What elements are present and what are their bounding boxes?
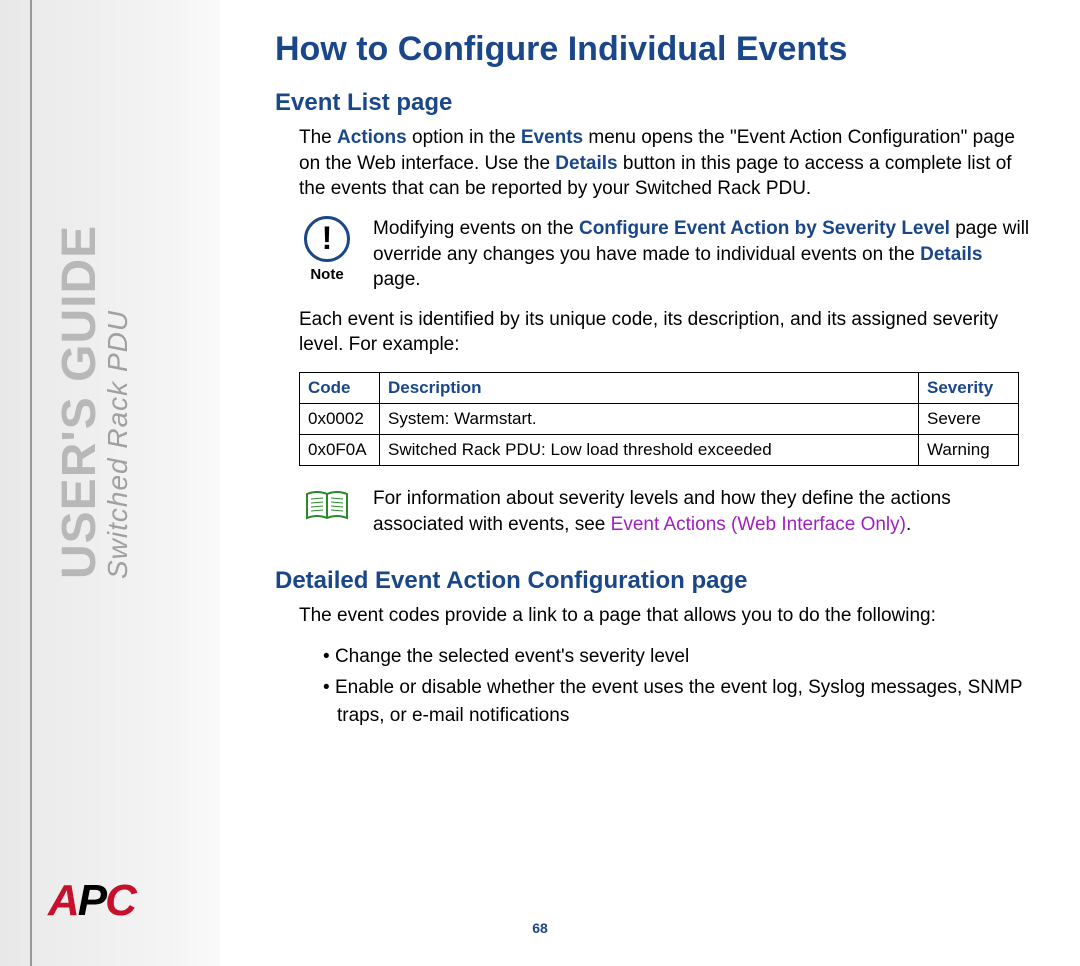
table-row: 0x0F0A Switched Rack PDU: Low load thres…: [300, 435, 1019, 466]
note-block: ! Note Modifying events on the Configure…: [299, 216, 1035, 293]
cell-desc: System: Warmstart.: [380, 404, 919, 435]
cell-desc: Switched Rack PDU: Low load threshold ex…: [380, 435, 919, 466]
guide-title: USER'S GUIDE: [56, 225, 104, 579]
logo-letter-p: P: [78, 876, 105, 925]
note-text: Modifying events on the Configure Event …: [373, 216, 1035, 293]
guide-subtitle: Switched Rack PDU: [102, 225, 134, 579]
term-config-by-severity: Configure Event Action by Severity Level: [579, 218, 950, 239]
cell-sev: Severe: [919, 404, 1019, 435]
sidebar-text: USER'S GUIDE Switched Rack PDU: [56, 225, 134, 579]
reference-text: For information about severity levels an…: [373, 486, 1035, 537]
apc-logo: APC: [48, 876, 135, 926]
col-description: Description: [380, 373, 919, 404]
page-title: How to Configure Individual Events: [275, 30, 1035, 69]
reference-block: For information about severity levels an…: [299, 486, 1035, 537]
para-intro: The Actions option in the Events menu op…: [299, 125, 1035, 202]
para-event-codes: The event codes provide a link to a page…: [299, 603, 1035, 629]
table-row: 0x0002 System: Warmstart. Severe: [300, 404, 1019, 435]
term-actions: Actions: [337, 127, 407, 148]
note-label: Note: [310, 266, 343, 283]
bullet-list: Change the selected event's severity lev…: [323, 643, 1035, 731]
note-icon-wrap: ! Note: [299, 216, 355, 283]
term-events: Events: [521, 127, 583, 148]
cell-sev: Warning: [919, 435, 1019, 466]
cell-code: 0x0002: [300, 404, 380, 435]
event-table: Code Description Severity 0x0002 System:…: [299, 372, 1019, 466]
term-details-2: Details: [920, 244, 982, 265]
list-item: Change the selected event's severity lev…: [323, 643, 1035, 672]
link-event-actions[interactable]: Event Actions (Web Interface Only): [611, 514, 906, 535]
para-event-identification: Each event is identified by its unique c…: [299, 307, 1035, 358]
sidebar: USER'S GUIDE Switched Rack PDU APC: [0, 0, 220, 966]
page-number: 68: [0, 920, 1080, 936]
sidebar-rule: [30, 0, 32, 966]
col-severity: Severity: [919, 373, 1019, 404]
main-content: How to Configure Individual Events Event…: [275, 30, 1035, 733]
section-heading-event-list: Event List page: [275, 89, 1035, 117]
list-item: Enable or disable whether the event uses…: [323, 674, 1035, 731]
cell-code: 0x0F0A: [300, 435, 380, 466]
section-heading-detailed: Detailed Event Action Configuration page: [275, 567, 1035, 595]
table-header-row: Code Description Severity: [300, 373, 1019, 404]
book-icon: [299, 486, 355, 522]
exclamation-icon: !: [304, 216, 350, 262]
col-code: Code: [300, 373, 380, 404]
term-details: Details: [555, 153, 617, 174]
logo-letter-c: C: [105, 876, 135, 925]
logo-letter-a: A: [48, 876, 78, 925]
